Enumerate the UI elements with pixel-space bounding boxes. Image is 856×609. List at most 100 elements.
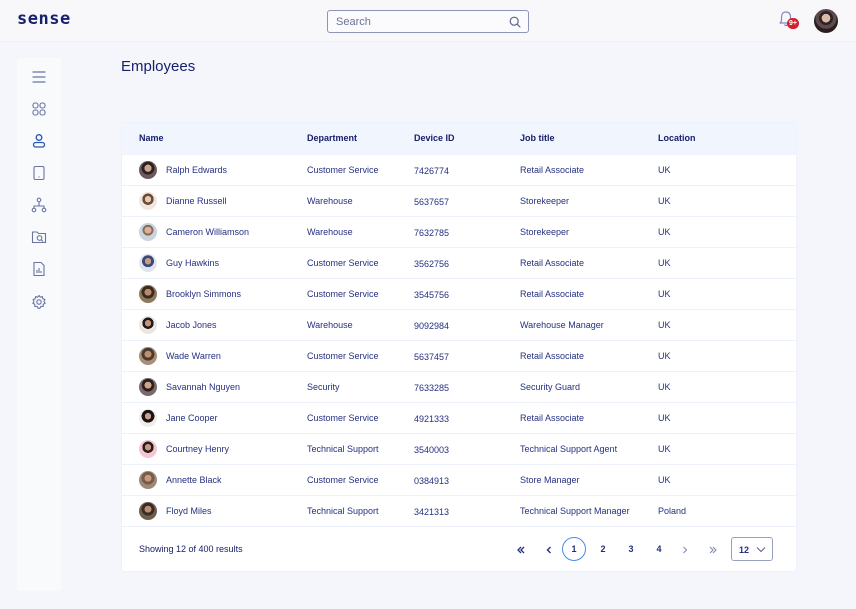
employee-device-id: 0384913 [414, 476, 450, 486]
sidebar [17, 58, 61, 591]
employee-avatar [139, 471, 157, 489]
employee-department: Customer Service [307, 413, 379, 423]
table-row[interactable]: Dianne Russell Warehouse 5637657 Storekeepe… [122, 186, 796, 217]
employee-location: UK [658, 382, 671, 392]
employee-device-id: 7633285 [414, 383, 450, 393]
employee-location: UK [658, 289, 671, 299]
table-row[interactable]: Floyd Miles Technical Support 3421313 Techn… [122, 496, 796, 527]
previous-page-button[interactable] [537, 537, 561, 561]
employee-avatar [139, 409, 157, 427]
column-header-name[interactable]: Name [139, 133, 164, 143]
employee-device-id: 4921333 [414, 414, 450, 424]
employee-job-title: Retail Associate [520, 258, 585, 268]
employee-name[interactable]: Wade Warren [166, 351, 221, 361]
employee-job-title: Technical Support Manager [520, 506, 630, 516]
table-row[interactable]: Ralph Edwards Customer Service 7426774 Reta… [122, 155, 796, 186]
employee-location: Poland [658, 506, 687, 516]
employee-job-title: Retail Associate [520, 289, 585, 299]
user-icon [32, 134, 46, 148]
employee-name[interactable]: Floyd Miles [166, 506, 212, 516]
employee-name[interactable]: Jane Cooper [166, 413, 218, 423]
first-page-button[interactable] [509, 537, 533, 561]
employee-location: UK [658, 196, 671, 206]
employee-department: Security [307, 382, 340, 392]
employee-location: UK [658, 413, 671, 423]
table-row[interactable]: Guy Hawkins Customer Service 3562756 Retail… [122, 248, 796, 279]
last-page-button[interactable] [701, 537, 725, 561]
employee-department: Customer Service [307, 351, 379, 361]
employee-location: UK [658, 320, 671, 330]
employee-name[interactable]: Cameron Williamson [166, 227, 249, 237]
page-title: Employees [121, 58, 196, 75]
tablet-icon [33, 165, 45, 181]
employee-avatar [139, 378, 157, 396]
sidebar-item-devices[interactable] [30, 164, 48, 182]
employee-device-id: 3545756 [414, 290, 450, 300]
table-row[interactable]: Wade Warren Customer Service 5637457 Retail… [122, 341, 796, 372]
page-button-4[interactable]: 4 [647, 537, 671, 561]
per-page-select[interactable]: 12 [731, 537, 773, 561]
employee-job-title: Storekeeper [520, 227, 570, 237]
employee-name[interactable]: Brooklyn Simmons [166, 289, 241, 299]
logo[interactable]: sense [17, 9, 71, 29]
employee-job-title: Security Guard [520, 382, 581, 392]
table-row[interactable]: Jane Cooper Customer Service 4921333 Retail… [122, 403, 796, 434]
employee-name[interactable]: Courtney Henry [166, 444, 229, 454]
search-input[interactable] [328, 11, 528, 32]
employee-avatar [139, 347, 157, 365]
search-icon[interactable] [509, 16, 521, 28]
column-header-device-id[interactable]: Device ID [414, 133, 455, 143]
table-row[interactable]: Annette Black Customer Service 0384913 Stor… [122, 465, 796, 496]
employee-device-id: 3540003 [414, 445, 450, 455]
user-avatar[interactable] [814, 9, 838, 33]
employee-avatar [139, 316, 157, 334]
page-button-2[interactable]: 2 [591, 537, 615, 561]
employee-device-id: 5637457 [414, 352, 450, 362]
employee-avatar [139, 161, 157, 179]
employee-department: Customer Service [307, 258, 379, 268]
sidebar-item-organization[interactable] [30, 196, 48, 214]
sidebar-item-files[interactable] [30, 228, 48, 246]
table-row[interactable]: Jacob Jones Warehouse 9092984 Warehouse Man… [122, 310, 796, 341]
per-page-value: 12 [739, 545, 750, 555]
column-header-job-title[interactable]: Job title [520, 133, 555, 143]
sidebar-item-dashboard[interactable] [30, 100, 48, 118]
sidebar-item-reports[interactable] [30, 260, 48, 278]
double-chevron-right-icon [709, 546, 717, 554]
employee-name[interactable]: Dianne Russell [166, 196, 227, 206]
table-row[interactable]: Courtney Henry Technical Support 3540003 Te… [122, 434, 796, 465]
employee-name[interactable]: Guy Hawkins [166, 258, 219, 268]
top-bar: sense 9+ [0, 0, 856, 42]
sidebar-item-settings[interactable] [30, 293, 48, 311]
employee-device-id: 9092984 [414, 321, 450, 331]
employee-job-title: Warehouse Manager [520, 320, 604, 330]
column-header-location[interactable]: Location [658, 133, 696, 143]
next-page-button[interactable] [673, 537, 697, 561]
employee-name[interactable]: Ralph Edwards [166, 165, 227, 175]
employee-job-title: Storekeeper [520, 196, 570, 206]
employee-location: UK [658, 475, 671, 485]
hamburger-icon [32, 71, 46, 83]
employee-name[interactable]: Savannah Nguyen [166, 382, 240, 392]
employee-name[interactable]: Annette Black [166, 475, 222, 485]
employee-location: UK [658, 258, 671, 268]
employee-avatar [139, 502, 157, 520]
page-button-1[interactable]: 1 [562, 537, 586, 561]
table-row[interactable]: Brooklyn Simmons Customer Service 3545756 R… [122, 279, 796, 310]
employee-device-id: 3421313 [414, 507, 450, 517]
report-icon [33, 261, 45, 277]
employee-location: UK [658, 227, 671, 237]
employee-name[interactable]: Jacob Jones [166, 320, 217, 330]
sidebar-item-menu[interactable] [30, 68, 48, 86]
employee-department: Technical Support [307, 506, 379, 516]
sidebar-item-employees[interactable] [30, 132, 48, 150]
employee-department: Customer Service [307, 165, 379, 175]
table-row[interactable]: Savannah Nguyen Security 7633285 Security G… [122, 372, 796, 403]
search-box[interactable] [327, 10, 529, 33]
employee-avatar [139, 254, 157, 272]
page-button-3[interactable]: 3 [619, 537, 643, 561]
employee-location: UK [658, 165, 671, 175]
column-header-department[interactable]: Department [307, 133, 357, 143]
employee-location: UK [658, 444, 671, 454]
table-row[interactable]: Cameron Williamson Warehouse 7632785 Storek… [122, 217, 796, 248]
